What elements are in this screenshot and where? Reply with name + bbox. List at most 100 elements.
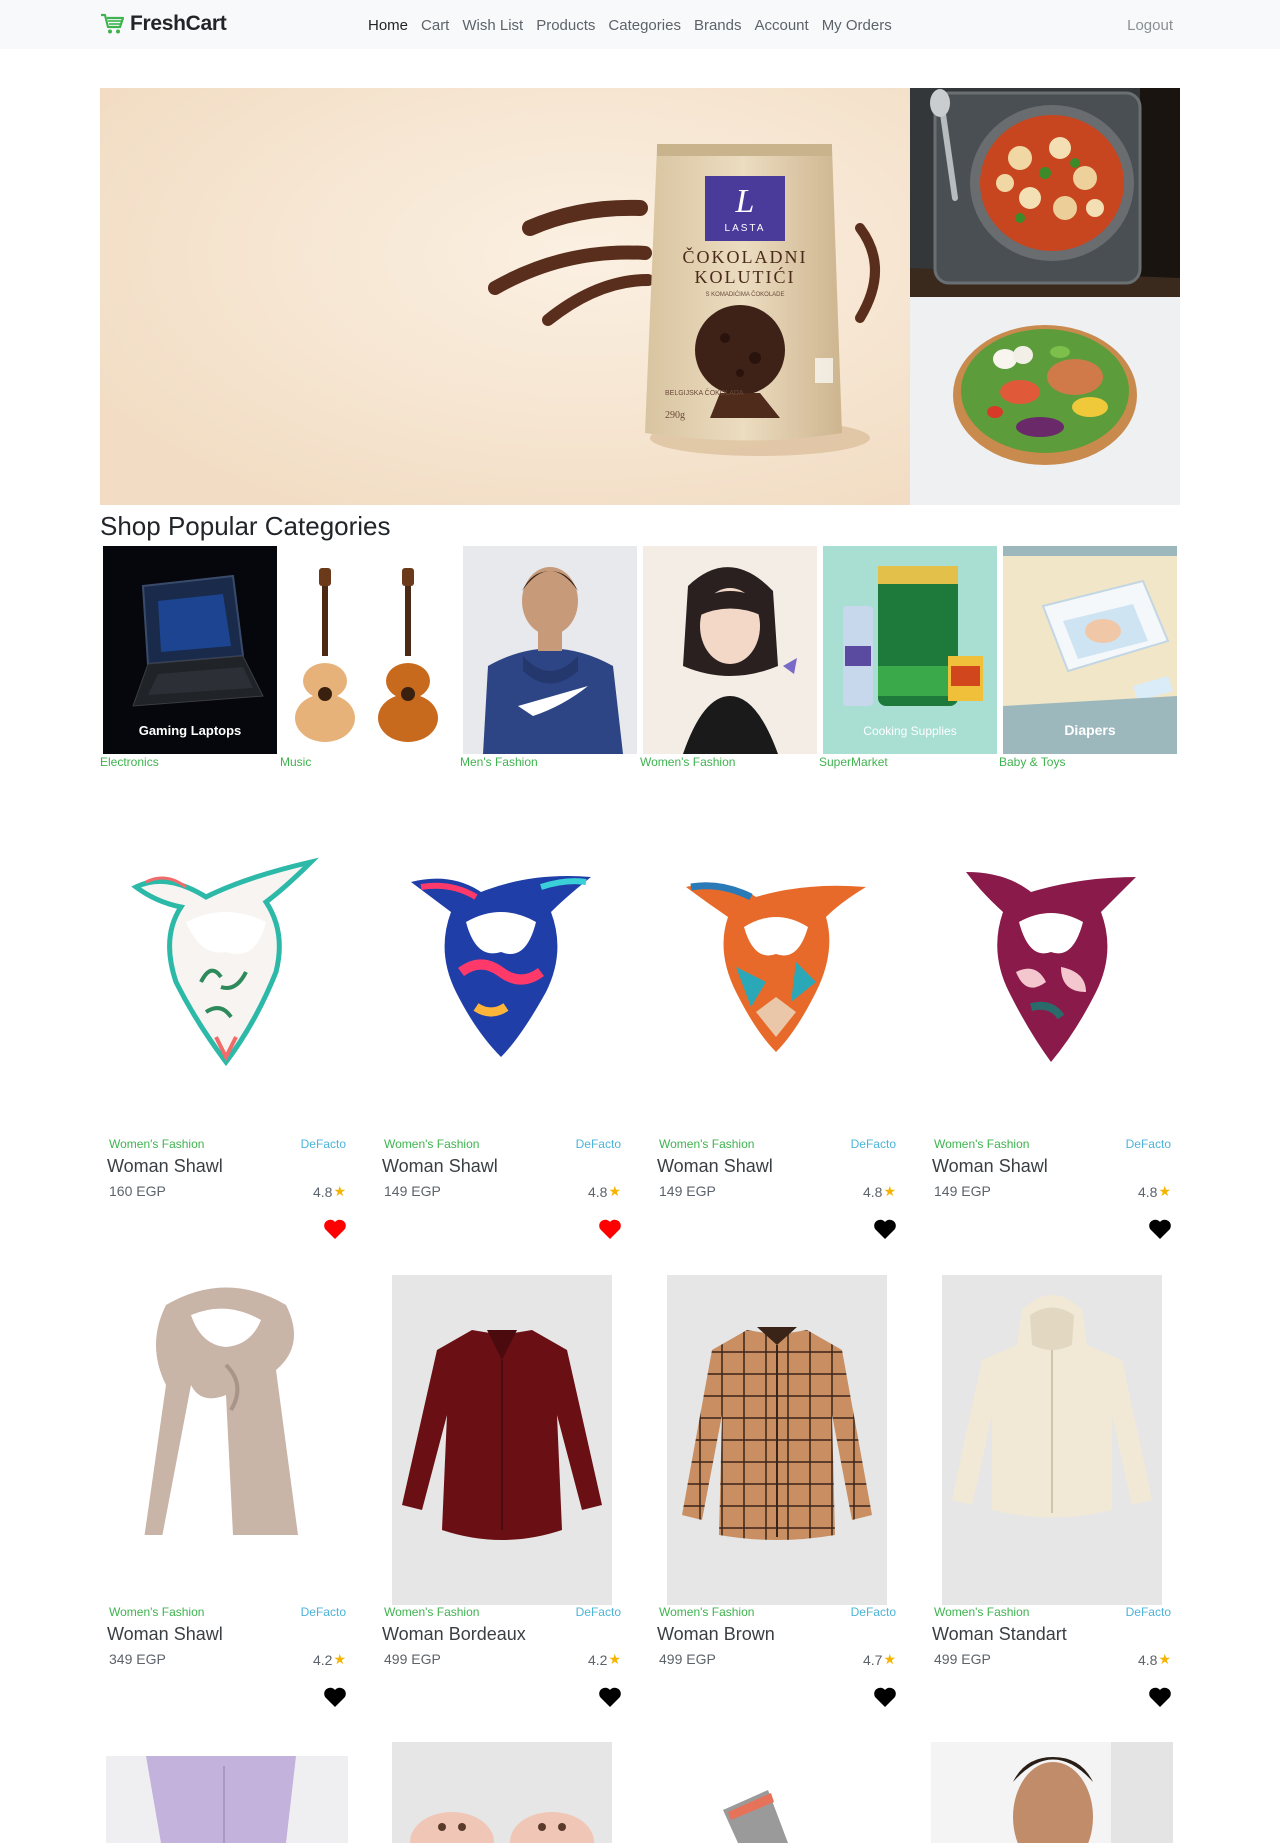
star-icon: ★ <box>608 1651 621 1667</box>
heart-icon[interactable] <box>1148 1218 1172 1240</box>
category-card-music[interactable] <box>283 546 457 754</box>
product-card[interactable]: Women's Fashion DeFacto Woman Standart 4… <box>925 1275 1183 1708</box>
logout-link[interactable]: Logout <box>1127 17 1173 34</box>
heart-icon[interactable] <box>598 1686 622 1708</box>
product-brand: DeFacto <box>850 1605 896 1619</box>
brown-plaid-shirt-image <box>667 1275 887 1605</box>
product-image[interactable] <box>931 842 1171 1102</box>
product-image[interactable] <box>106 1275 346 1535</box>
product-title[interactable]: Woman Standart <box>932 1624 1067 1645</box>
nav-link-brands[interactable]: Brands <box>694 17 742 34</box>
rating-value: 4.7 <box>862 1651 883 1668</box>
navbar: FreshCart Home Cart Wish List Products C… <box>0 0 1280 49</box>
rating-value: 4.8 <box>1137 1651 1158 1668</box>
nav-link-my-orders[interactable]: My Orders <box>822 17 892 34</box>
product-title[interactable]: Woman Bordeaux <box>382 1624 526 1645</box>
heart-icon[interactable] <box>323 1218 347 1240</box>
diapers-image: Diapers <box>1003 546 1177 754</box>
category-card-mens-fashion[interactable] <box>463 546 637 754</box>
product-card[interactable]: Women's Fashion DeFacto Woman Shawl 149 … <box>650 842 908 1272</box>
gaming-laptop-image: Gaming Laptops <box>103 546 277 754</box>
product-image-partial[interactable] <box>668 1790 888 1843</box>
product-image[interactable] <box>656 842 896 1102</box>
hero-side-image-top[interactable] <box>910 88 1180 297</box>
product-category: Women's Fashion <box>659 1137 755 1151</box>
product-title[interactable]: Woman Brown <box>657 1624 775 1645</box>
product-category: Women's Fashion <box>109 1605 205 1619</box>
product-brand: DeFacto <box>575 1605 621 1619</box>
product-price: 160 EGP <box>109 1183 166 1199</box>
rating-value: 4.8 <box>312 1183 333 1200</box>
category-label-supermarket[interactable]: SuperMarket <box>819 755 888 769</box>
heart-icon[interactable] <box>873 1686 897 1708</box>
product-rating: 4.2 ★ <box>588 1651 621 1668</box>
category-image-caption-baby-toys: Diapers <box>1064 722 1116 738</box>
category-card-supermarket[interactable]: Cooking Supplies <box>823 546 997 754</box>
product-title[interactable]: Woman Shawl <box>932 1156 1048 1177</box>
product-price: 349 EGP <box>109 1651 166 1667</box>
blue-pink-shawl-image <box>381 842 621 1102</box>
product-rating: 4.8 ★ <box>1138 1651 1171 1668</box>
nav-link-cart[interactable]: Cart <box>421 17 449 34</box>
category-label-electronics[interactable]: Electronics <box>100 755 159 769</box>
hero-side-image-bottom[interactable] <box>910 297 1180 505</box>
product-category: Women's Fashion <box>934 1137 1030 1151</box>
nav-link-products[interactable]: Products <box>536 17 595 34</box>
brand-logo[interactable]: FreshCart <box>100 12 227 36</box>
category-label-womens-fashion[interactable]: Women's Fashion <box>640 755 735 769</box>
product-image-partial[interactable] <box>931 1742 1173 1843</box>
category-label-mens-fashion[interactable]: Men's Fashion <box>460 755 538 769</box>
nav-link-home[interactable]: Home <box>368 17 408 34</box>
category-label-baby-toys[interactable]: Baby & Toys <box>999 755 1065 769</box>
hero-logo-letter: L <box>735 183 755 220</box>
product-rating: 4.7 ★ <box>863 1651 896 1668</box>
star-icon: ★ <box>1158 1651 1171 1667</box>
woman-illustration-image <box>643 546 817 754</box>
product-brand: DeFacto <box>1125 1605 1171 1619</box>
product-card[interactable]: Women's Fashion DeFacto Woman Brown 499 … <box>650 1275 908 1708</box>
man-portrait-image <box>931 1742 1173 1843</box>
heart-icon[interactable] <box>323 1686 347 1708</box>
product-title[interactable]: Woman Shawl <box>107 1156 223 1177</box>
category-card-electronics[interactable]: Gaming Laptops <box>103 546 277 754</box>
product-image[interactable] <box>392 1275 612 1605</box>
product-image[interactable] <box>942 1275 1162 1605</box>
product-title[interactable]: Woman Shawl <box>382 1156 498 1177</box>
rating-value: 4.2 <box>312 1651 333 1668</box>
heart-icon[interactable] <box>873 1218 897 1240</box>
heart-icon[interactable] <box>598 1218 622 1240</box>
product-card[interactable]: Women's Fashion DeFacto Woman Shawl 160 … <box>100 842 358 1272</box>
category-card-baby-toys[interactable]: Diapers <box>1003 546 1177 754</box>
product-category: Women's Fashion <box>934 1605 1030 1619</box>
hero-slider: L LASTA ČOKOLADNI KOLUTIĆI S KOMADIĆIMA … <box>100 88 1180 505</box>
nav-links: Home Cart Wish List Products Categories … <box>368 17 905 34</box>
product-image[interactable] <box>106 842 346 1102</box>
product-card[interactable]: Women's Fashion DeFacto Woman Shawl 349 … <box>100 1275 358 1708</box>
heart-icon[interactable] <box>1148 1686 1172 1708</box>
product-title[interactable]: Woman Shawl <box>107 1624 223 1645</box>
star-icon: ★ <box>333 1183 346 1199</box>
product-image-partial[interactable] <box>106 1756 348 1843</box>
product-card[interactable]: Women's Fashion DeFacto Woman Bordeaux 4… <box>375 1275 633 1708</box>
lavender-pants-image <box>106 1756 348 1843</box>
product-image[interactable] <box>381 842 621 1102</box>
star-icon: ★ <box>1158 1183 1171 1199</box>
pink-slippers-image <box>392 1742 612 1843</box>
hero-main-slide[interactable]: L LASTA ČOKOLADNI KOLUTIĆI S KOMADIĆIMA … <box>100 88 910 505</box>
product-title[interactable]: Woman Shawl <box>657 1156 773 1177</box>
product-card[interactable]: Women's Fashion DeFacto Woman Shawl 149 … <box>925 842 1183 1272</box>
product-brand: DeFacto <box>300 1137 346 1151</box>
product-category: Women's Fashion <box>659 1605 755 1619</box>
nav-link-wish-list[interactable]: Wish List <box>462 17 523 34</box>
product-image[interactable] <box>667 1275 887 1605</box>
product-card[interactable]: Women's Fashion DeFacto Woman Shawl 149 … <box>375 842 633 1272</box>
category-label-music[interactable]: Music <box>280 755 311 769</box>
category-card-womens-fashion[interactable] <box>643 546 817 754</box>
rating-value: 4.8 <box>862 1183 883 1200</box>
orange-teal-shawl-image <box>656 842 896 1102</box>
nav-link-categories[interactable]: Categories <box>608 17 681 34</box>
product-brand: DeFacto <box>575 1137 621 1151</box>
nav-link-account[interactable]: Account <box>754 17 808 34</box>
product-image-partial[interactable] <box>392 1742 612 1843</box>
rating-value: 4.8 <box>1137 1183 1158 1200</box>
